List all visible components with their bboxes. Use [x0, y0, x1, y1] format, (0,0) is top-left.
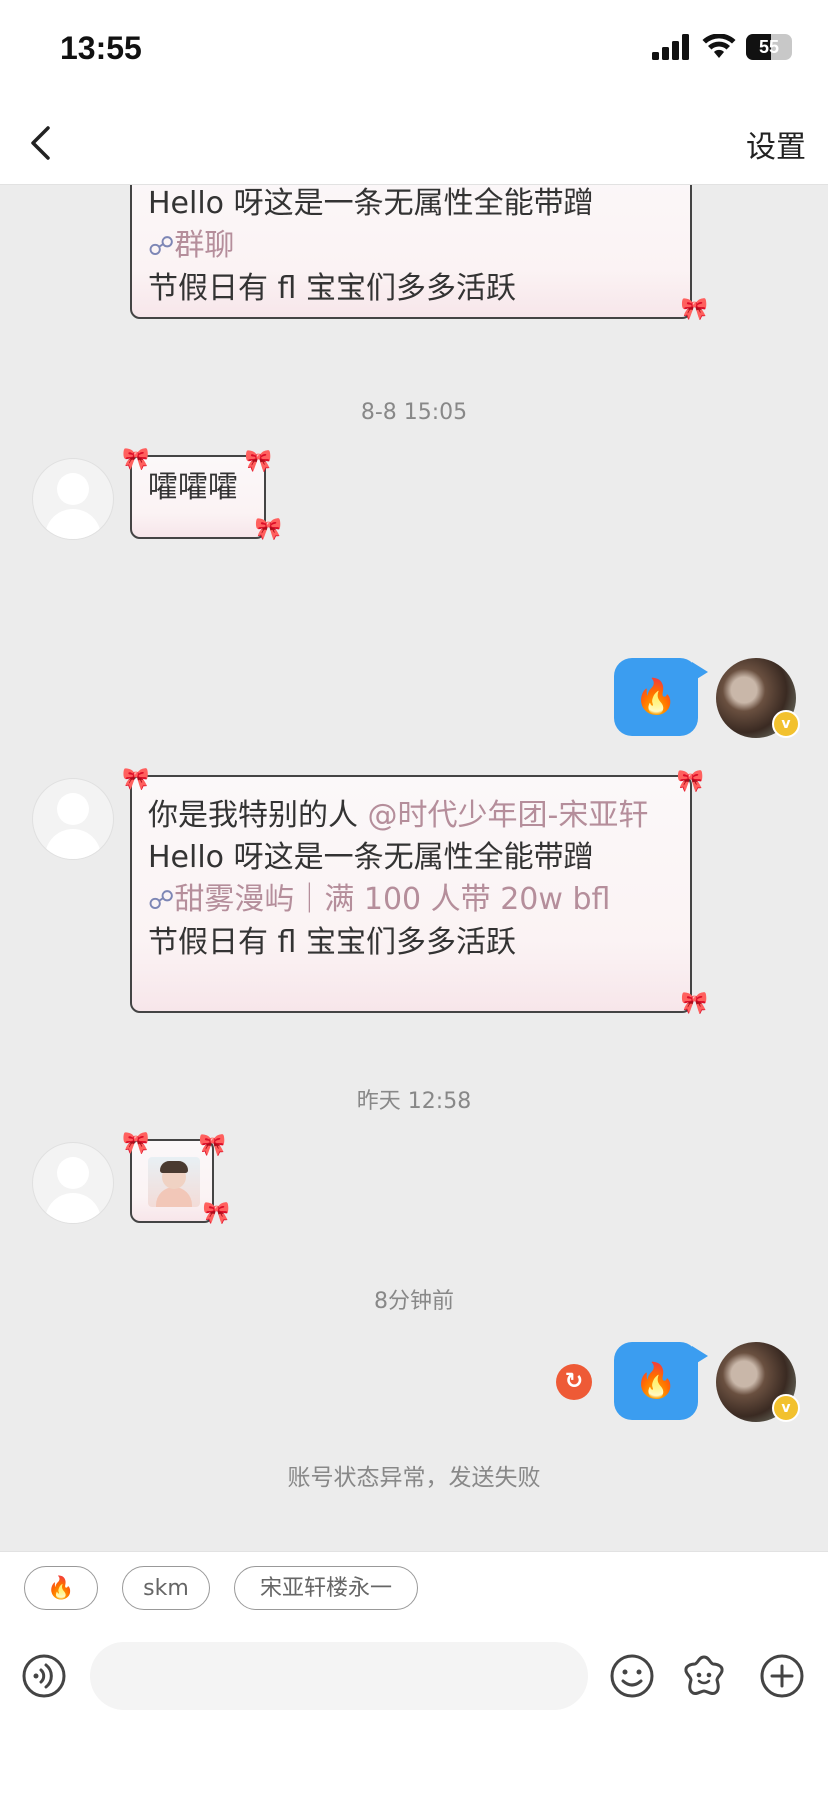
- bow-decoration-icon: 🎀: [676, 769, 704, 794]
- message-text: 嚯嚯嚯: [148, 470, 238, 505]
- mention-link[interactable]: @时代少年团-宋亚轩: [368, 798, 649, 833]
- message-line: 你是我特别的人 @时代少年团-宋亚轩: [148, 798, 649, 833]
- chat-area[interactable]: Hello 呀这是一条无属性全能带蹭 ☍群聊 节假日有 fl 宝宝们多多活跃 🎀…: [0, 185, 828, 1550]
- message-bubble-partial[interactable]: Hello 呀这是一条无属性全能带蹭 ☍群聊 节假日有 fl 宝宝们多多活跃 🎀: [130, 185, 708, 322]
- status-icons: 55: [652, 34, 792, 60]
- voice-icon[interactable]: [22, 1654, 66, 1698]
- bow-decoration-icon: 🎀: [122, 767, 150, 792]
- contact-avatar[interactable]: [32, 458, 114, 540]
- send-error-notice: 账号状态异常，发送失败: [287, 1465, 541, 1491]
- message-line: Hello 呀这是一条无属性全能带蹭: [148, 840, 594, 875]
- group-icon: ☍: [148, 886, 175, 916]
- contact-avatar[interactable]: [32, 1142, 114, 1224]
- verified-badge-icon: v: [772, 710, 800, 738]
- group-icon: ☍: [148, 232, 175, 262]
- chevron-left-icon[interactable]: [18, 118, 68, 168]
- my-avatar[interactable]: v: [716, 658, 800, 738]
- message-line: 节假日有 fl 宝宝们多多活跃: [148, 925, 516, 960]
- emoji-icon[interactable]: [610, 1654, 654, 1698]
- my-avatar[interactable]: v: [716, 1342, 800, 1422]
- quick-reply-chip[interactable]: skm: [122, 1566, 210, 1610]
- resend-icon[interactable]: ↻: [556, 1364, 592, 1400]
- status-bar: 13:55 55: [0, 0, 828, 100]
- bow-decoration-icon: 🎀: [244, 449, 272, 474]
- settings-button[interactable]: 设置: [746, 122, 806, 166]
- timestamp: 8分钟前: [374, 1289, 454, 1314]
- quick-reply-chip[interactable]: 宋亚轩楼永一: [234, 1566, 418, 1610]
- quick-reply-chip[interactable]: 🔥: [24, 1566, 98, 1610]
- plus-icon[interactable]: [760, 1654, 804, 1698]
- sticker-image[interactable]: [148, 1157, 200, 1207]
- bow-decoration-icon: 🎀: [680, 991, 708, 1016]
- message-bubble[interactable]: 你是我特别的人 @时代少年团-宋亚轩 Hello 呀这是一条无属性全能带蹭 ☍甜…: [122, 767, 708, 1016]
- bow-decoration-icon: 🎀: [202, 1201, 230, 1226]
- bow-decoration-icon: 🎀: [122, 1131, 150, 1156]
- sent-message-bubble[interactable]: 🔥: [614, 1342, 708, 1420]
- bow-decoration-icon: 🎀: [680, 297, 708, 322]
- sticker-bubble[interactable]: 🎀 🎀 🎀: [122, 1131, 230, 1226]
- bow-decoration-icon: 🎀: [122, 447, 150, 472]
- timestamp: 昨天 12:58: [356, 1089, 472, 1114]
- bow-decoration-icon: 🎀: [254, 517, 282, 542]
- wifi-icon: [702, 34, 736, 58]
- message-line: Hello 呀这是一条无属性全能带蹭: [148, 186, 594, 221]
- sent-message-bubble[interactable]: 🔥: [614, 658, 708, 736]
- message-line: 节假日有 fl 宝宝们多多活跃: [148, 271, 516, 306]
- input-panel: 🔥 skm 宋亚轩楼永一: [0, 1551, 828, 1793]
- verified-badge-icon: v: [772, 1394, 800, 1422]
- signal-icon: [652, 34, 689, 60]
- flower-sticker-icon[interactable]: [682, 1654, 726, 1698]
- timestamp: 8-8 15:05: [360, 400, 468, 425]
- message-bubble[interactable]: 嚯嚯嚯 🎀 🎀 🎀: [122, 447, 282, 542]
- nav-bar: 设置: [0, 100, 828, 185]
- status-time: 13:55: [60, 30, 142, 66]
- message-input[interactable]: [90, 1642, 588, 1710]
- battery-indicator: 55: [746, 34, 792, 60]
- group-link[interactable]: ☍甜雾漫屿｜满 100 人带 20w bfl: [148, 879, 674, 922]
- bow-decoration-icon: 🎀: [198, 1133, 226, 1158]
- contact-avatar[interactable]: [32, 778, 114, 860]
- group-link[interactable]: ☍群聊: [148, 225, 674, 268]
